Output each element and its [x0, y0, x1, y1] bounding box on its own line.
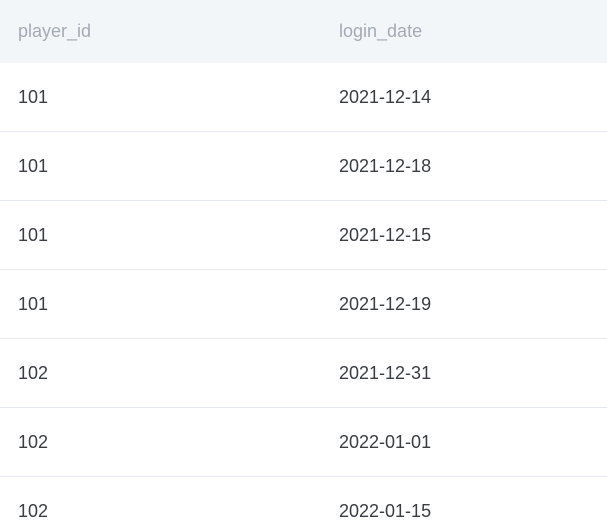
- table-row[interactable]: 101 2021-12-15: [0, 201, 607, 270]
- cell-player-id: 101: [18, 86, 49, 107]
- cell-player-id: 102: [18, 362, 49, 383]
- cell-login-date: 2022-01-15: [339, 500, 432, 521]
- data-table: player_id login_date 101 2021-12-14 101 …: [0, 0, 607, 532]
- cell-player-id: 101: [18, 155, 49, 176]
- cell-login-date: 2021-12-18: [339, 155, 432, 176]
- cell-login-date: 2021-12-14: [339, 86, 432, 107]
- table-row[interactable]: 102 2022-01-15: [0, 477, 607, 532]
- table-header: player_id login_date: [0, 0, 607, 63]
- cell-login-date: 2022-01-01: [339, 431, 432, 452]
- cell-player-id: 101: [18, 224, 49, 245]
- cell-login-date: 2021-12-19: [339, 293, 432, 314]
- table-row[interactable]: 101 2021-12-19: [0, 270, 607, 339]
- table-row[interactable]: 101 2021-12-14: [0, 63, 607, 132]
- cell-player-id: 101: [18, 293, 49, 314]
- table-row[interactable]: 102 2021-12-31: [0, 339, 607, 408]
- table-row[interactable]: 101 2021-12-18: [0, 132, 607, 201]
- table-row[interactable]: 102 2022-01-01: [0, 408, 607, 477]
- cell-player-id: 102: [18, 500, 49, 521]
- cell-player-id: 102: [18, 431, 49, 452]
- cell-login-date: 2021-12-31: [339, 362, 432, 383]
- cell-login-date: 2021-12-15: [339, 224, 432, 245]
- column-header-login-date[interactable]: login_date: [321, 21, 607, 42]
- column-header-player-id[interactable]: player_id: [0, 21, 321, 42]
